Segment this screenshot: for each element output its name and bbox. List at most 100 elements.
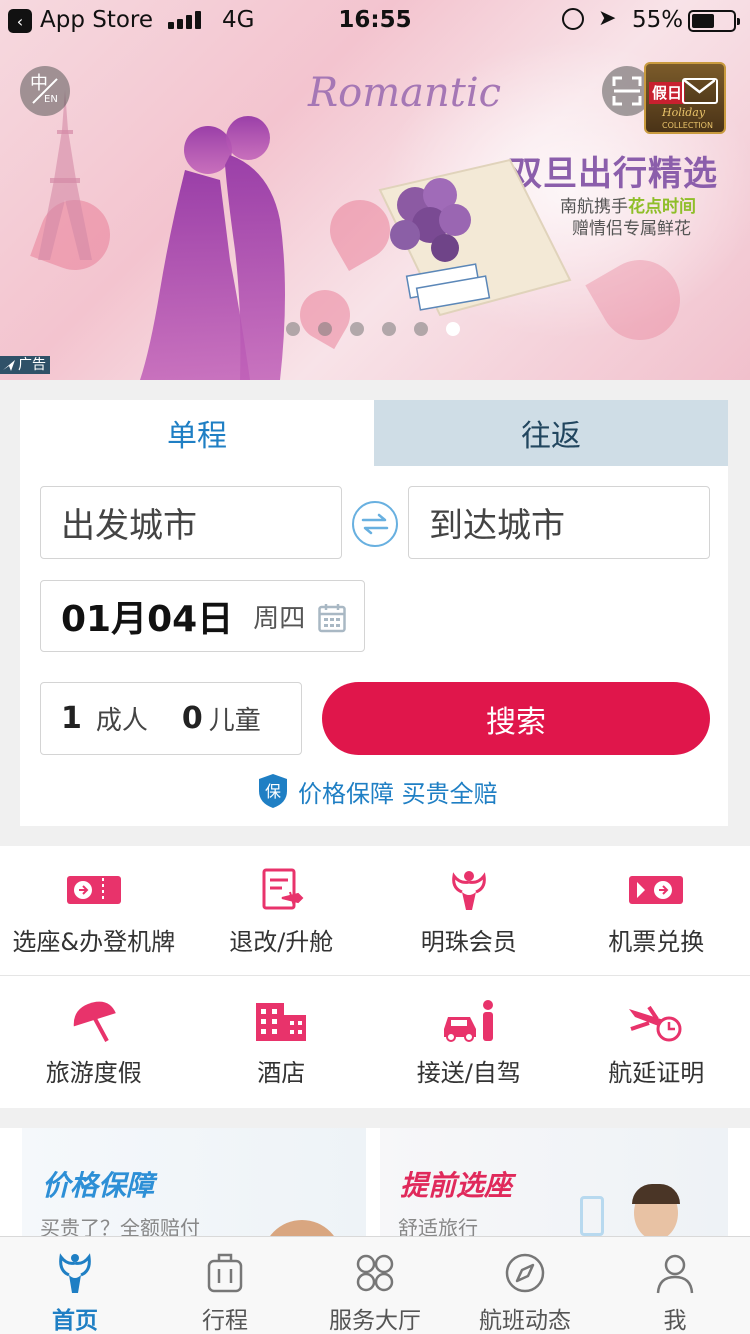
calendar-icon <box>318 604 346 633</box>
message-envelope-icon[interactable] <box>682 78 718 104</box>
carousel-dot[interactable] <box>318 322 332 336</box>
battery-fill <box>692 14 714 28</box>
promo-card-seat-selection[interactable]: 提前选座 舒适旅行 <box>380 1128 728 1248</box>
service-seat-checkin[interactable]: 选座&办登机牌 <box>0 846 188 975</box>
weekday-value: 周四 <box>253 603 306 634</box>
ad-badge: 广告 <box>0 356 50 374</box>
scan-icon <box>612 76 642 106</box>
battery-percent: 55% <box>632 7 684 33</box>
tab-label: 航班动态 <box>479 1308 571 1334</box>
couple-silhouette-illustration <box>140 116 285 380</box>
flight-delay-icon <box>629 1005 682 1042</box>
departure-date-field[interactable]: 01月04日 周四 <box>40 580 365 652</box>
swap-cities-button[interactable] <box>352 501 398 547</box>
departure-city-field[interactable]: 出发城市 <box>40 486 342 559</box>
service-label: 明珠会员 <box>420 928 517 956</box>
rotation-lock-icon <box>562 8 584 30</box>
guarantee-badge-text: 保 <box>265 782 281 801</box>
tab-label: 我 <box>663 1308 687 1334</box>
holiday-badge-script: Holiday <box>662 106 706 119</box>
promo-banner[interactable]: Romantic 双旦出行精选 南航携手花点时间 赠情侣专属鲜花 中 EN 假日… <box>0 0 750 380</box>
boarding-pass-icon <box>66 876 121 904</box>
envelope-flap <box>683 79 716 94</box>
ticket-change-icon <box>262 868 304 910</box>
adult-label: 成人 <box>95 706 148 736</box>
child-label: 儿童 <box>208 706 261 736</box>
child-count: 0 <box>181 701 203 736</box>
tab-itinerary[interactable]: 行程 <box>150 1237 300 1334</box>
date-value: 01月04日 <box>61 599 234 640</box>
banner-subtitle-line2: 赠情侣专属鲜花 <box>572 219 691 239</box>
trip-type-tabs: 单程 往返 <box>20 400 728 466</box>
tab-label: 行程 <box>202 1308 248 1334</box>
arrival-city-field[interactable]: 到达城市 <box>408 486 710 559</box>
bottom-tab-bar: 首页 行程 服务大厅 航班动态 我 <box>0 1236 750 1334</box>
carousel-dot[interactable] <box>350 322 364 336</box>
service-label: 机票兑换 <box>608 928 705 956</box>
service-pearl-member[interactable]: 明珠会员 <box>375 846 563 975</box>
language-en-label: EN <box>44 94 58 105</box>
tab-home[interactable]: 首页 <box>0 1237 150 1334</box>
services-row: 选座&办登机牌 退改/升舱 明珠会员 机票兑换 <box>0 846 750 976</box>
service-change-upgrade[interactable]: 退改/升舱 <box>188 846 376 975</box>
home-icon <box>59 1253 91 1293</box>
flight-search-card: 单程 往返 出发城市 到达城市 01月04日 周四 1 成人 0 儿童 搜索 保… <box>20 400 728 826</box>
tab-service-hall[interactable]: 服务大厅 <box>300 1237 450 1334</box>
tab-round-trip[interactable]: 往返 <box>374 400 728 466</box>
promo-section: 价格保障 买贵了？全额赔付 提前选座 舒适旅行 <box>0 1128 750 1248</box>
services-row: 旅游度假 酒店 接送/自驾 航延证明 <box>0 977 750 1107</box>
adult-count: 1 <box>61 701 82 736</box>
carousel-dot[interactable] <box>414 322 428 336</box>
tab-label: 首页 <box>52 1308 98 1334</box>
shield-icon: 保 <box>259 774 287 808</box>
service-ticket-exchange[interactable]: 机票兑换 <box>563 846 750 975</box>
holiday-badge-collection: COLLECTION <box>662 121 713 130</box>
services-grid: 选座&办登机牌 退改/升舱 明珠会员 机票兑换 旅游度假 酒店 接送/自驾 航延… <box>0 846 750 1108</box>
hotel-icon <box>256 1003 307 1041</box>
service-label: 酒店 <box>257 1059 306 1087</box>
compass-icon <box>505 1253 545 1293</box>
service-label: 航延证明 <box>608 1059 705 1087</box>
service-delay-certificate[interactable]: 航延证明 <box>563 977 750 1107</box>
app-screen: Romantic 双旦出行精选 南航携手花点时间 赠情侣专属鲜花 中 EN 假日… <box>0 0 750 1334</box>
carousel-dot[interactable] <box>446 322 460 336</box>
tab-me[interactable]: 我 <box>600 1237 750 1334</box>
service-travel-vacation[interactable]: 旅游度假 <box>0 977 188 1107</box>
pearl-member-icon <box>451 871 486 910</box>
battery-icon <box>688 10 740 32</box>
passenger-selector[interactable]: 1 成人 0 儿童 <box>40 682 302 755</box>
language-switch-button[interactable]: 中 EN <box>20 66 70 116</box>
carousel-indicator[interactable] <box>286 322 460 336</box>
promo-card-price-guarantee[interactable]: 价格保障 买贵了？全额赔付 <box>22 1128 366 1248</box>
service-car-transfer[interactable]: 接送/自驾 <box>375 977 563 1107</box>
status-bar: ‹ App Store 4G 16:55 ➤ 55% <box>0 0 750 42</box>
ticket-exchange-icon <box>629 876 684 904</box>
plane-icon <box>3 360 15 371</box>
service-hotel[interactable]: 酒店 <box>188 977 376 1107</box>
person-hair <box>632 1184 680 1204</box>
service-label: 退改/升舱 <box>229 928 334 956</box>
search-button[interactable]: 搜索 <box>322 682 710 755</box>
tab-flight-status[interactable]: 航班动态 <box>450 1237 600 1334</box>
service-grid-icon <box>356 1254 394 1292</box>
ad-label: 广告 <box>18 357 46 373</box>
service-label: 旅游度假 <box>45 1059 142 1087</box>
beach-umbrella-icon <box>73 1001 116 1042</box>
flower-bouquet-illustration <box>378 158 572 317</box>
price-guarantee-link[interactable]: 保 价格保障 买贵全赔 <box>258 773 498 809</box>
holiday-badge-text: 假日 <box>649 82 685 104</box>
profile-icon <box>656 1254 694 1294</box>
promo-title: 提前选座 <box>400 1169 513 1202</box>
promo-title: 价格保障 <box>42 1169 155 1202</box>
guarantee-text: 价格保障 买贵全赔 <box>298 779 498 808</box>
banner-script-text: Romantic <box>308 70 502 116</box>
location-arrow-icon: ➤ <box>598 6 617 31</box>
seat-illustration <box>580 1196 604 1236</box>
luggage-icon <box>207 1253 243 1293</box>
service-label: 接送/自驾 <box>416 1059 521 1087</box>
carousel-dot[interactable] <box>382 322 396 336</box>
carousel-dot[interactable] <box>286 322 300 336</box>
tab-label: 服务大厅 <box>329 1308 421 1334</box>
tab-one-way[interactable]: 单程 <box>20 400 374 466</box>
car-transfer-icon <box>443 1000 493 1042</box>
